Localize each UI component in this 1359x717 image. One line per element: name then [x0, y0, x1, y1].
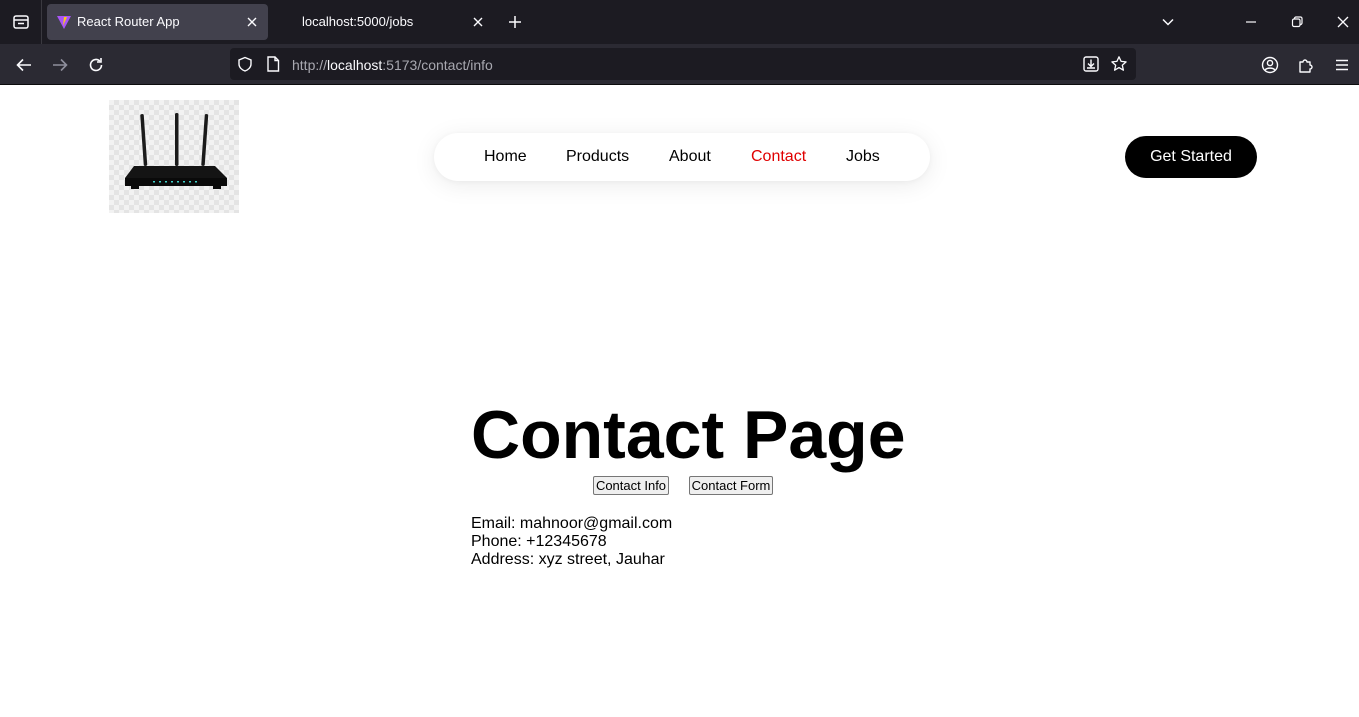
extensions-button[interactable]: [1295, 54, 1317, 76]
tab-localhost-jobs[interactable]: localhost:5000/jobs: [282, 4, 494, 40]
nav-link-contact[interactable]: Contact: [751, 148, 806, 166]
contact-address: Address: xyz street, Jauhar: [471, 551, 665, 568]
arrow-left-icon: [16, 58, 31, 72]
chevron-down-icon: [1162, 18, 1174, 26]
restore-button[interactable]: [1287, 12, 1307, 32]
url-host: localhost: [327, 57, 383, 73]
contact-form-button[interactable]: Contact Form: [689, 476, 773, 495]
restore-icon: [1291, 16, 1303, 28]
shield-icon[interactable]: [236, 55, 254, 73]
minimize-button[interactable]: [1241, 12, 1261, 32]
tab-list-icon: [12, 15, 29, 29]
tab-title: React Router App: [77, 14, 180, 29]
new-tab-button[interactable]: [505, 12, 525, 32]
reload-icon: [89, 58, 103, 72]
plus-icon: [509, 16, 521, 28]
logo-router-image[interactable]: [109, 100, 239, 213]
router-icon: [125, 113, 227, 189]
forward-button[interactable]: [49, 54, 71, 76]
address-bar[interactable]: http://localhost:5173/contact/info: [230, 48, 1136, 80]
vite-icon: [57, 16, 71, 29]
tab-list-button[interactable]: [0, 0, 42, 44]
reload-button[interactable]: [85, 54, 107, 76]
browser-tab-bar: React Router App localhost:5000/jobs: [0, 0, 1359, 44]
arrow-right-icon: [53, 58, 68, 72]
nav-link-home[interactable]: Home: [484, 148, 527, 166]
url-scheme: http://: [292, 57, 328, 73]
get-started-button[interactable]: Get Started: [1125, 136, 1257, 178]
account-icon: [1261, 56, 1279, 74]
puzzle-icon: [1299, 59, 1313, 73]
browser-navigation-bar: http://localhost:5173/contact/info: [0, 44, 1359, 85]
account-button[interactable]: [1259, 54, 1281, 76]
page-content: Home Products About Contact Jobs Get Sta…: [0, 85, 1359, 717]
bookmark-star-icon[interactable]: [1110, 55, 1128, 73]
nav-link-about[interactable]: About: [669, 148, 711, 166]
save-page-icon[interactable]: [1082, 55, 1100, 73]
close-tab-icon[interactable]: [244, 14, 260, 30]
tab-title: localhost:5000/jobs: [302, 14, 414, 29]
url-path: :5173/contact/info: [382, 57, 493, 73]
nav-link-products[interactable]: Products: [566, 148, 629, 166]
app-menu-button[interactable]: [1331, 54, 1353, 76]
main-nav: Home Products About Contact Jobs: [434, 133, 930, 181]
hamburger-menu-icon: [1336, 59, 1348, 71]
page-title: Contact Page: [471, 397, 906, 473]
close-icon: [1337, 16, 1349, 28]
contact-email: Email: mahnoor@gmail.com: [471, 515, 673, 532]
close-tab-icon[interactable]: [470, 14, 486, 30]
back-button[interactable]: [13, 54, 35, 76]
contact-info-button[interactable]: Contact Info: [593, 476, 669, 495]
contact-info: Email: mahnoor@gmail.com Phone: +1234567…: [471, 515, 672, 569]
nav-link-jobs[interactable]: Jobs: [846, 148, 880, 166]
list-all-tabs-button[interactable]: [1158, 12, 1178, 32]
close-window-button[interactable]: [1333, 12, 1353, 32]
tab-react-router-app[interactable]: React Router App: [47, 4, 268, 40]
minimize-icon: [1246, 21, 1256, 23]
contact-phone: Phone: +12345678: [471, 533, 607, 550]
page-icon[interactable]: [264, 55, 282, 73]
url-text[interactable]: http://localhost:5173/contact/info: [292, 57, 493, 73]
